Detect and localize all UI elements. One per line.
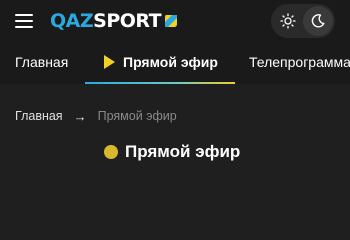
- nav-item-tv-program[interactable]: Телепрограмма: [249, 42, 350, 82]
- header: QAZSPORT: [0, 0, 350, 42]
- play-icon: [104, 55, 115, 69]
- nav-item-home[interactable]: Главная: [15, 42, 68, 82]
- breadcrumb: Главная → Прямой эфир: [15, 108, 177, 124]
- menu-line: [15, 26, 33, 28]
- breadcrumb-home-link[interactable]: Главная: [15, 109, 63, 123]
- theme-toggle: [271, 4, 335, 38]
- nav-item-label: Телепрограмма: [249, 54, 350, 70]
- nav-item-label: Главная: [15, 54, 69, 70]
- active-tab-indicator: [85, 82, 235, 84]
- logo-mark-icon: [165, 14, 178, 27]
- main-nav: Главная Прямой эфир Телепрограмма: [0, 42, 350, 84]
- page: QAZSPORT Главная Прямой эфир Телепрограм…: [0, 0, 350, 234]
- sun-icon: [280, 13, 296, 29]
- breadcrumb-current: Прямой эфир: [97, 109, 177, 123]
- light-theme-button[interactable]: [273, 6, 303, 36]
- moon-icon: [311, 14, 325, 28]
- arrow-right-icon: →: [73, 108, 87, 124]
- logo-text: QAZSPORT: [50, 9, 162, 32]
- page-title: Прямой эфир: [125, 142, 241, 161]
- menu-line: [15, 14, 33, 16]
- site-logo[interactable]: QAZSPORT: [50, 8, 178, 34]
- menu-line: [15, 20, 33, 22]
- nav-item-label: Прямой эфир: [123, 54, 218, 70]
- live-dot-icon: [104, 145, 118, 159]
- dark-theme-button[interactable]: [303, 6, 333, 36]
- page-title-block: Прямой эфир: [104, 141, 240, 163]
- logo-part-sport: SPORT: [93, 9, 162, 32]
- logo-part-qaz: QAZ: [50, 9, 94, 32]
- hamburger-menu-icon[interactable]: [15, 13, 35, 29]
- nav-item-live[interactable]: Прямой эфир: [85, 42, 234, 82]
